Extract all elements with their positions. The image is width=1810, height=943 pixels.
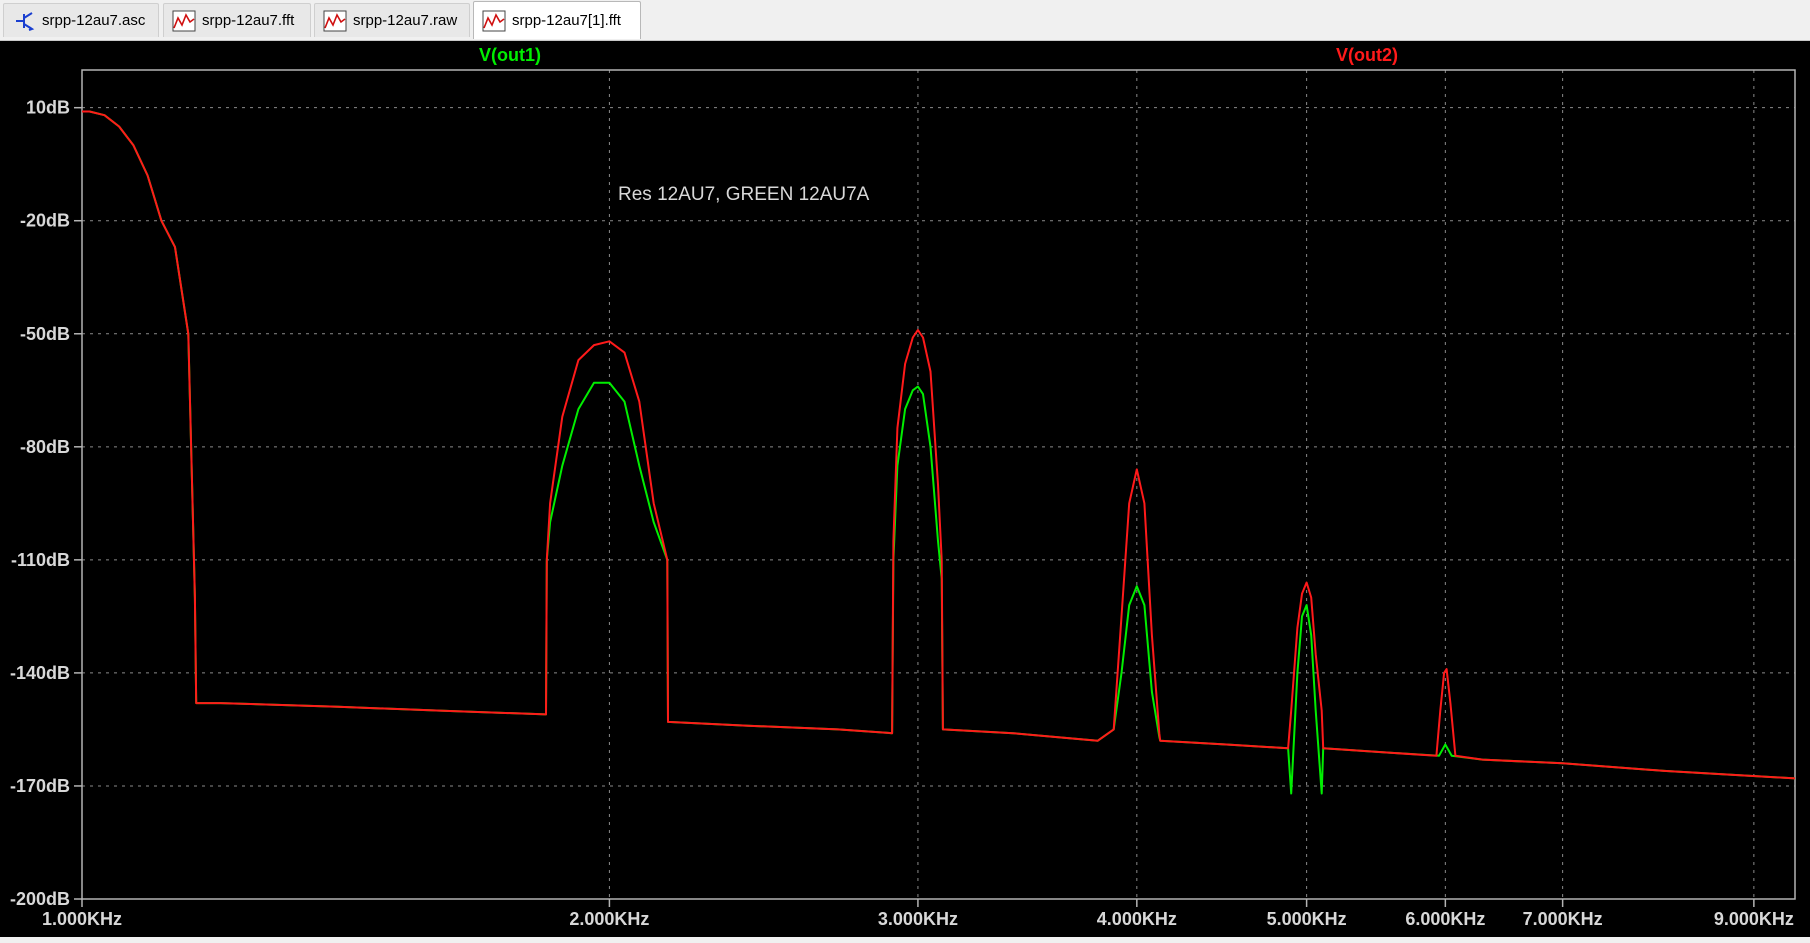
x-tick-label: 3.000KHz (878, 909, 958, 929)
y-tick-label: 10dB (26, 98, 70, 118)
document-tab-bar: srpp-12au7.asc srpp-12au7.fft srpp-12au7… (0, 0, 1810, 41)
x-tick-label: 7.000KHz (1523, 909, 1603, 929)
tab-srpp-12au7-fft[interactable]: srpp-12au7.fft (163, 3, 311, 37)
x-tick-label: 1.000KHz (42, 909, 122, 929)
x-tick-label: 9.000KHz (1714, 909, 1794, 929)
trace-vout2[interactable] (82, 110, 1796, 780)
waveform-icon (172, 10, 196, 32)
y-tick-label: -50dB (20, 324, 70, 344)
x-tick-label: 2.000KHz (569, 909, 649, 929)
trace-label-vout2[interactable]: V(out2) (1336, 45, 1398, 65)
labels: 10dB -20dB -50dB -80dB -110dB -140dB -170dB -20… (10, 45, 1794, 929)
x-tick-label: 4.000KHz (1097, 909, 1177, 929)
trace-vout1[interactable] (82, 110, 1796, 795)
y-tick-label: -20dB (20, 211, 70, 231)
tab-label: srpp-12au7.fft (202, 12, 295, 29)
waveform-icon (482, 10, 506, 32)
tab-label: srpp-12au7.raw (353, 12, 458, 29)
tab-srpp-12au7-asc[interactable]: srpp-12au7.asc (3, 3, 159, 37)
traces[interactable] (82, 110, 1796, 795)
schematic-icon (12, 10, 36, 32)
tab-label: srpp-12au7[1].fft (512, 12, 621, 29)
fft-chart[interactable]: 10dB -20dB -50dB -80dB -110dB -140dB -170dB -20… (0, 41, 1810, 937)
waveform-icon (323, 10, 347, 32)
tab-srpp-12au7-raw[interactable]: srpp-12au7.raw (314, 3, 470, 37)
waveform-plot-pane[interactable]: 10dB -20dB -50dB -80dB -110dB -140dB -170dB -20… (0, 41, 1810, 937)
y-tick-label: -110dB (11, 550, 70, 570)
trace-label-vout1[interactable]: V(out1) (479, 45, 541, 65)
y-tick-label: -200dB (10, 889, 70, 909)
y-tick-label: -170dB (10, 776, 70, 796)
x-tick-label: 6.000KHz (1405, 909, 1485, 929)
x-tick-label: 5.000KHz (1267, 909, 1347, 929)
tab-label: srpp-12au7.asc (42, 12, 146, 29)
y-tick-label: -80dB (20, 437, 70, 457)
y-tick-label: -140dB (10, 663, 70, 683)
tab-srpp-12au7-1-fft[interactable]: srpp-12au7[1].fft (473, 1, 641, 39)
plot-annotation: Res 12AU7, GREEN 12AU7A (618, 184, 870, 205)
